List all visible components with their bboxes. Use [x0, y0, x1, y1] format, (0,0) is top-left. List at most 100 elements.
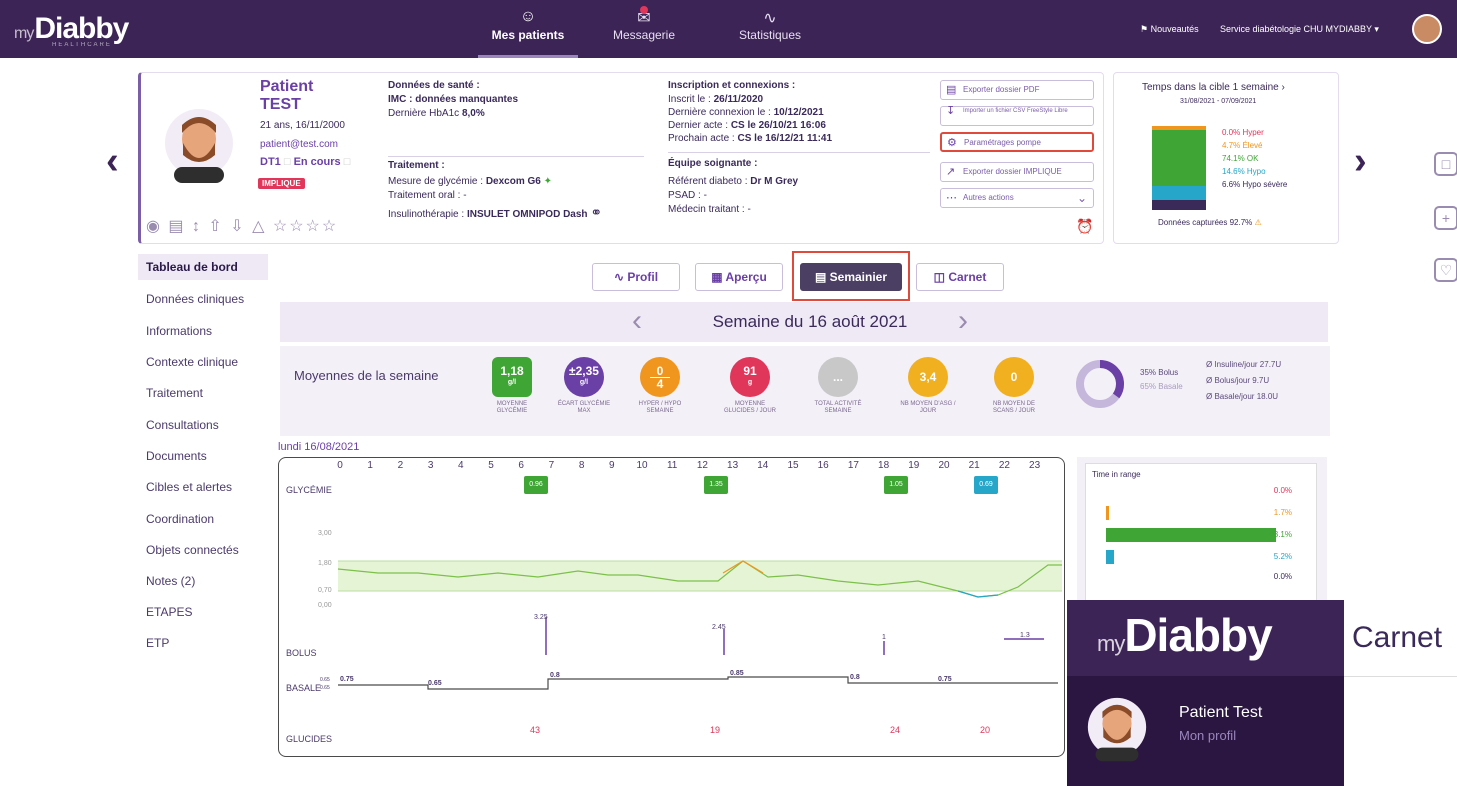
stat-moyenne-glycemie: 1,18 g/l MOYENNE GLYCÉMIE [482, 357, 542, 415]
chart-icon: ∿ [763, 10, 777, 27]
calendar-icon: ▦ [711, 270, 723, 284]
sidebar-item-cibles-alertes[interactable]: Cibles et alertes [146, 480, 232, 494]
overlay-avatar [1087, 697, 1147, 762]
equipe-title: Équipe soignante : [668, 158, 758, 169]
sidebar-item-informations[interactable]: Informations [146, 324, 212, 338]
export-pdf-button[interactable]: ▤ Exporter dossier PDF [940, 80, 1094, 100]
tir-hyper: 0.0% Hyper [1222, 128, 1264, 137]
glycemia-chart [337, 560, 1062, 690]
stat-ecart-glycemie: ±2,35 g/l ÉCART GLYCÉMIE MAX [554, 357, 614, 415]
notification-dot [640, 6, 648, 14]
tir-pct: 93.1% [1269, 530, 1292, 539]
imc-text: IMC : données manquantes [388, 94, 519, 105]
glucides-value: 20 [980, 725, 991, 735]
sante-title: Données de santé : [388, 80, 480, 91]
sidebar-item-etapes[interactable]: ETAPES [146, 605, 192, 619]
stat-total-activite: ... TOTAL ACTIVITÉ SEMAINE [808, 357, 868, 415]
tir-dates: 31/08/2021 - 07/09/2021 [1180, 98, 1257, 105]
overlay-profile-link[interactable]: Mon profil [1179, 728, 1236, 743]
export-implique-button[interactable]: ↗ Exporter dossier IMPLIQUE [940, 162, 1094, 182]
glycemia-badge[interactable]: 0.69 [974, 476, 998, 494]
sidebar-item-coordination[interactable]: Coordination [146, 512, 214, 526]
basale-value: 0.75 [938, 676, 952, 683]
tir-stacked-bar [1152, 126, 1206, 210]
basale-value: 0.8 [850, 674, 860, 681]
patient-last-name: TEST [260, 96, 301, 113]
sidebar-item-notes[interactable]: Notes (2) [146, 574, 195, 588]
tir-panel-title: Time in range [1092, 470, 1141, 479]
overlay-carnet-title: Carnet [1344, 600, 1457, 676]
glycemia-badge[interactable]: 1.35 [704, 476, 728, 494]
user-avatar[interactable] [1412, 14, 1442, 44]
graph-date: lundi 16/08/2021 [278, 441, 360, 453]
alarm-icon[interactable]: ⏰ [1076, 218, 1093, 235]
export-icon: ↗ [946, 166, 956, 178]
sidebar-item-tableau-de-bord[interactable]: Tableau de bord [146, 260, 238, 274]
patient-status-icons[interactable]: ◉ ▤ ↕ ⇧ ⇩ △ ☆☆☆☆ [146, 216, 338, 236]
stat-nb-asg: 3,4 NB MOYEN D'ASG / JOUR [898, 357, 958, 415]
previous-week-arrow[interactable]: ‹ [632, 304, 642, 338]
next-patient-arrow[interactable]: › [1354, 140, 1367, 183]
app-logo[interactable]: myDiabby [14, 12, 129, 46]
insulin-donut [1076, 360, 1124, 408]
tab-apercu[interactable]: ▦ Aperçu [695, 263, 783, 291]
glucides-value: 43 [530, 725, 541, 735]
next-week-arrow[interactable]: › [958, 304, 968, 338]
implique-badge: IMPLIQUE [258, 178, 305, 189]
tab-profil[interactable]: ∿ Profil [592, 263, 680, 291]
tir-bar-ok [1106, 528, 1276, 542]
autres-actions-dropdown[interactable]: ⋯ Autres actions ⌄ [940, 188, 1094, 208]
basale-pct: 65% Basale [1140, 382, 1183, 391]
sidebar-item-contexte-clinique[interactable]: Contexte clinique [146, 355, 238, 369]
sidebar-item-traitement[interactable]: Traitement [146, 386, 203, 400]
tir-captured: Données capturées 92.7% ⚠ [1158, 218, 1262, 227]
bolus-pct: 35% Bolus [1140, 368, 1179, 377]
glucides-value: 19 [710, 725, 721, 735]
mobile-app-overlay: myDiabby Carnet Patient Test Mon profil [1067, 600, 1457, 786]
referent-diabeto: Référent diabeto : Dr M Grey [668, 176, 799, 187]
stethoscope-icon[interactable]: ♡ [1434, 258, 1457, 282]
news-link[interactable]: ⚑ Nouveautés [1140, 24, 1199, 35]
sidebar-item-documents[interactable]: Documents [146, 449, 207, 463]
medecin-traitant: Médecin traitant : - [668, 204, 751, 215]
nav-statistiques[interactable]: ∿ Statistiques [720, 8, 820, 42]
tab-carnet[interactable]: ◫ Carnet [916, 263, 1004, 291]
prochain-acte: Prochain acte : CS le 16/12/21 11:41 [668, 133, 833, 144]
previous-patient-arrow[interactable]: ‹ [106, 140, 119, 183]
parametrages-pompe-button[interactable]: ⚙ Paramétrages pompe [940, 132, 1094, 152]
tir-eleve: 4.7% Élevé [1222, 141, 1263, 150]
tir-hypo: 14.6% Hypo [1222, 167, 1266, 176]
stat-nb-scans: 0 NB MOYEN DE SCANS / JOUR [984, 357, 1044, 415]
sidebar-item-etp[interactable]: ETP [146, 636, 169, 650]
glycemia-badge[interactable]: 0.96 [524, 476, 548, 494]
patient-age: 21 ans, 16/11/2000 [260, 120, 345, 131]
sidebar-item-donnees-cliniques[interactable]: Données cliniques [146, 292, 244, 306]
overlay-profile[interactable]: Patient Test Mon profil [1067, 676, 1344, 786]
tir-pct: 0.0% [1273, 486, 1292, 495]
glycemia-badge[interactable]: 1.05 [884, 476, 908, 494]
service-selector[interactable]: Service diabétologie CHU MYDIABBY ▾ [1220, 24, 1379, 35]
tir-pct: 0.0% [1273, 572, 1292, 581]
add-document-icon[interactable]: + [1434, 206, 1457, 230]
overlay-header: myDiabby [1067, 600, 1344, 676]
overlay-logo[interactable]: myDiabby [1097, 608, 1273, 662]
traitement-oral: Traitement oral : - [388, 190, 467, 201]
chat-icon[interactable]: □ [1434, 152, 1457, 176]
weekly-averages-panel [280, 346, 1330, 436]
basale-value: 0.65 [428, 680, 442, 687]
nav-mes-patients[interactable]: ☺ Mes patients [478, 8, 578, 42]
gear-icon: ⚙ [947, 137, 957, 149]
hba1c-text: Dernière HbA1c 8,0% [388, 108, 485, 119]
bolus-per-day: Ø Bolus/jour 9.7U [1206, 376, 1270, 385]
basale-value: 0.75 [340, 676, 354, 683]
sidebar-item-consultations[interactable]: Consultations [146, 418, 219, 432]
dernier-acte: Dernier acte : CS le 26/10/21 16:06 [668, 120, 826, 131]
tir-title[interactable]: Temps dans la cible 1 semaine › [1142, 82, 1285, 93]
patient-email[interactable]: patient@test.com [260, 139, 338, 150]
traitement-title: Traitement : [388, 160, 445, 171]
bolus-value: 1.3 [1020, 632, 1030, 639]
import-csv-button[interactable]: ↧ Importer un fichier CSV FreeStyle Libre [940, 106, 1094, 126]
sidebar-item-objets-connectes[interactable]: Objets connectés [146, 543, 239, 557]
stat-hyper-hypo: 04 HYPER / HYPO SEMAINE [630, 357, 690, 415]
mesure-glycemie: Mesure de glycémie : Dexcom G6 ✦ [388, 176, 553, 187]
